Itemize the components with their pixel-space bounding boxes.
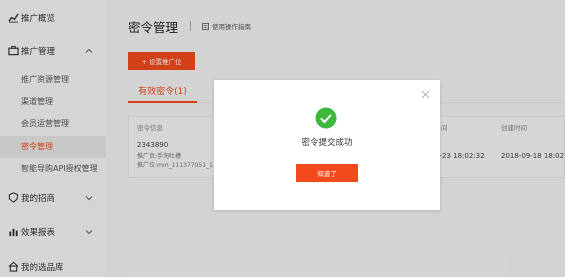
- ok-button[interactable]: 知道了: [296, 164, 358, 182]
- check-circle-icon: [315, 107, 337, 129]
- success-dialog: 密令提交成功 知道了: [214, 80, 440, 210]
- success-message: 密令提交成功: [301, 138, 353, 148]
- close-icon[interactable]: [421, 90, 430, 99]
